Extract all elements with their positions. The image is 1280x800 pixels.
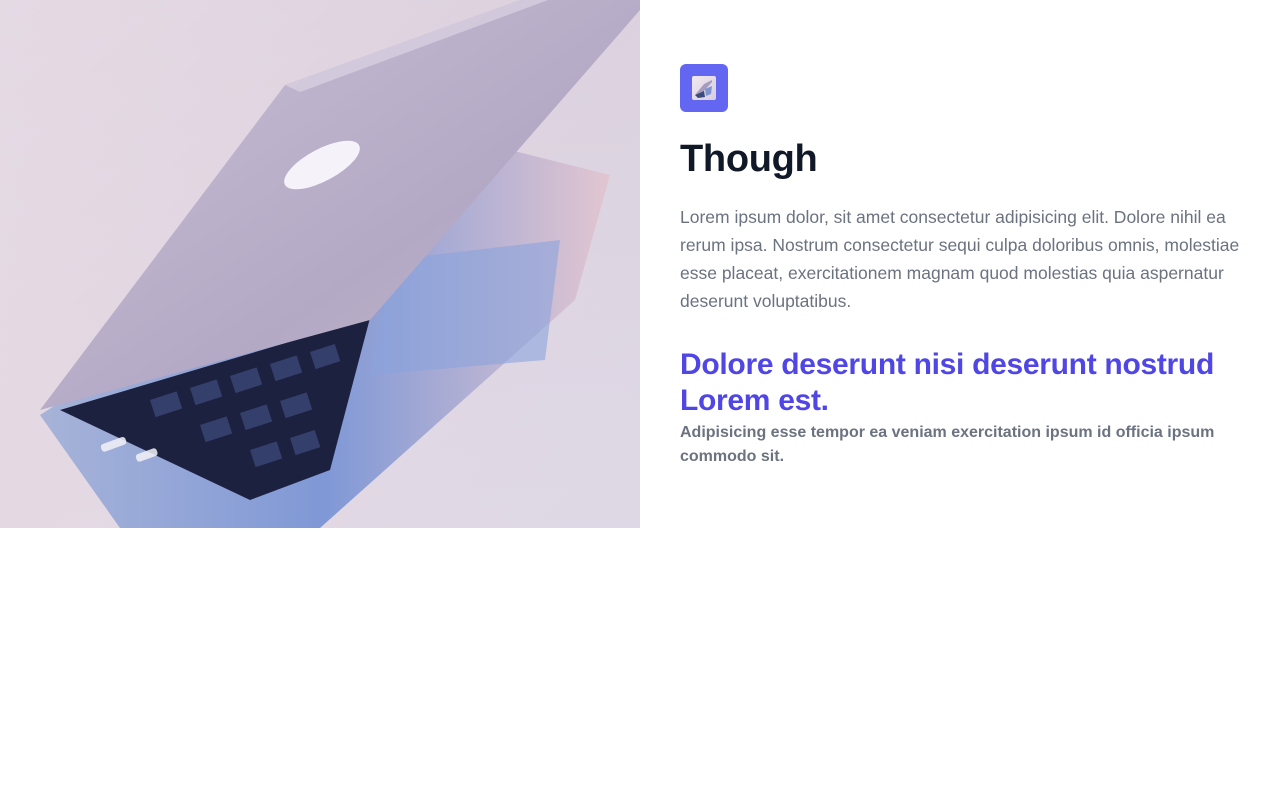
hero-section: Though Lorem ipsum dolor, sit amet conse… xyxy=(0,0,1280,528)
intro-paragraph: Lorem ipsum dolor, sit amet consectetur … xyxy=(680,207,1240,311)
laptop-illustration xyxy=(0,0,640,528)
laptop-thumbnail-image xyxy=(692,76,716,100)
feature-description: Adipisicing esse tempor ea veniam exerci… xyxy=(680,424,1215,465)
hero-content: Though Lorem ipsum dolor, sit amet conse… xyxy=(640,0,1280,528)
laptop-photo xyxy=(0,0,640,528)
laptop-thumbnail-icon xyxy=(680,64,728,112)
laptop-mini-icon xyxy=(695,80,712,98)
page-title: Though xyxy=(680,138,818,180)
feature-heading: Dolore deserunt nisi deserunt nostrud Lo… xyxy=(680,348,1214,417)
